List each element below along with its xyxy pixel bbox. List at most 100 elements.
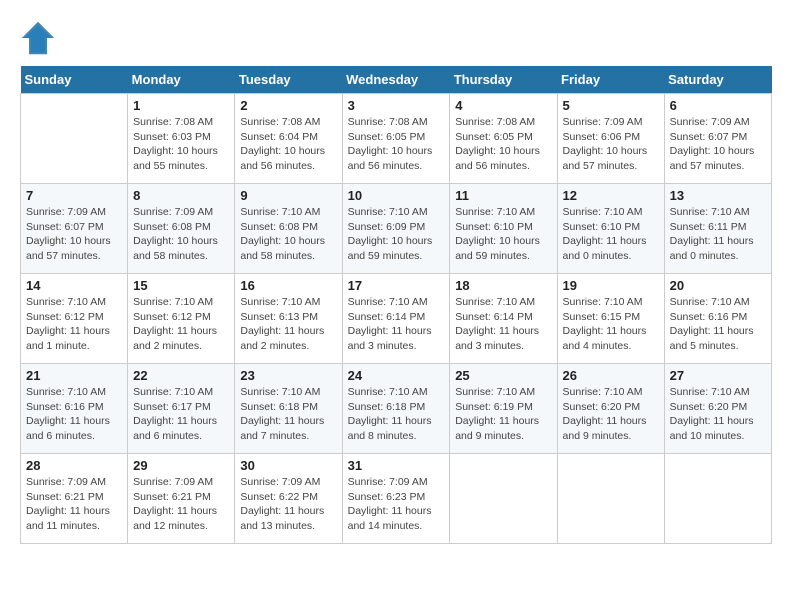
day-info: Sunrise: 7:10 AMSunset: 6:11 PMDaylight:…: [670, 205, 766, 264]
day-number: 6: [670, 98, 766, 113]
calendar-cell: 22 Sunrise: 7:10 AMSunset: 6:17 PMDayligh…: [128, 364, 235, 454]
calendar-cell: 21 Sunrise: 7:10 AMSunset: 6:16 PMDayligh…: [21, 364, 128, 454]
day-number: 25: [455, 368, 551, 383]
day-number: 30: [240, 458, 336, 473]
day-info: Sunrise: 7:10 AMSunset: 6:19 PMDaylight:…: [455, 385, 551, 444]
day-info: Sunrise: 7:10 AMSunset: 6:09 PMDaylight:…: [348, 205, 445, 264]
day-info: Sunrise: 7:10 AMSunset: 6:20 PMDaylight:…: [670, 385, 766, 444]
calendar-cell: 30 Sunrise: 7:09 AMSunset: 6:22 PMDayligh…: [235, 454, 342, 544]
calendar-cell: 28 Sunrise: 7:09 AMSunset: 6:21 PMDayligh…: [21, 454, 128, 544]
weekday-header-friday: Friday: [557, 66, 664, 94]
day-number: 16: [240, 278, 336, 293]
day-number: 10: [348, 188, 445, 203]
calendar-cell: [557, 454, 664, 544]
day-info: Sunrise: 7:10 AMSunset: 6:14 PMDaylight:…: [348, 295, 445, 354]
day-number: 23: [240, 368, 336, 383]
calendar-cell: 24 Sunrise: 7:10 AMSunset: 6:18 PMDayligh…: [342, 364, 450, 454]
weekday-header-thursday: Thursday: [450, 66, 557, 94]
logo: [20, 20, 62, 56]
calendar-week-row: 14 Sunrise: 7:10 AMSunset: 6:12 PMDayligh…: [21, 274, 772, 364]
calendar-cell: 12 Sunrise: 7:10 AMSunset: 6:10 PMDayligh…: [557, 184, 664, 274]
day-number: 21: [26, 368, 122, 383]
day-info: Sunrise: 7:09 AMSunset: 6:06 PMDaylight:…: [563, 115, 659, 174]
weekday-header-wednesday: Wednesday: [342, 66, 450, 94]
calendar-cell: 8 Sunrise: 7:09 AMSunset: 6:08 PMDaylight…: [128, 184, 235, 274]
day-info: Sunrise: 7:08 AMSunset: 6:03 PMDaylight:…: [133, 115, 229, 174]
calendar-week-row: 28 Sunrise: 7:09 AMSunset: 6:21 PMDayligh…: [21, 454, 772, 544]
day-info: Sunrise: 7:09 AMSunset: 6:22 PMDaylight:…: [240, 475, 336, 534]
day-number: 5: [563, 98, 659, 113]
calendar-cell: 2Sunrise: 7:08 AMSunset: 6:04 PMDaylight…: [235, 94, 342, 184]
day-info: Sunrise: 7:10 AMSunset: 6:16 PMDaylight:…: [26, 385, 122, 444]
calendar-cell: 25 Sunrise: 7:10 AMSunset: 6:19 PMDayligh…: [450, 364, 557, 454]
weekday-header-tuesday: Tuesday: [235, 66, 342, 94]
day-number: 4: [455, 98, 551, 113]
day-info: Sunrise: 7:10 AMSunset: 6:13 PMDaylight:…: [240, 295, 336, 354]
calendar-cell: 1 Sunrise: 7:08 AMSunset: 6:03 PMDaylight…: [128, 94, 235, 184]
day-info: Sunrise: 7:10 AMSunset: 6:16 PMDaylight:…: [670, 295, 766, 354]
day-info: Sunrise: 7:10 AMSunset: 6:12 PMDaylight:…: [26, 295, 122, 354]
calendar-cell: 26Sunrise: 7:10 AMSunset: 6:20 PMDayligh…: [557, 364, 664, 454]
day-number: 11: [455, 188, 551, 203]
calendar-cell: 14 Sunrise: 7:10 AMSunset: 6:12 PMDayligh…: [21, 274, 128, 364]
day-number: 28: [26, 458, 122, 473]
calendar-cell: 10 Sunrise: 7:10 AMSunset: 6:09 PMDayligh…: [342, 184, 450, 274]
day-info: Sunrise: 7:10 AMSunset: 6:20 PMDaylight:…: [563, 385, 659, 444]
calendar-cell: 5 Sunrise: 7:09 AMSunset: 6:06 PMDaylight…: [557, 94, 664, 184]
calendar-cell: [21, 94, 128, 184]
calendar-cell: 31Sunrise: 7:09 AMSunset: 6:23 PMDayligh…: [342, 454, 450, 544]
calendar-week-row: 1 Sunrise: 7:08 AMSunset: 6:03 PMDaylight…: [21, 94, 772, 184]
weekday-header-row: SundayMondayTuesdayWednesdayThursdayFrid…: [21, 66, 772, 94]
calendar-cell: 17 Sunrise: 7:10 AMSunset: 6:14 PMDayligh…: [342, 274, 450, 364]
day-number: 15: [133, 278, 229, 293]
day-number: 18: [455, 278, 551, 293]
day-number: 9: [240, 188, 336, 203]
calendar-cell: 4 Sunrise: 7:08 AMSunset: 6:05 PMDaylight…: [450, 94, 557, 184]
day-number: 17: [348, 278, 445, 293]
day-info: Sunrise: 7:09 AMSunset: 6:07 PMDaylight:…: [670, 115, 766, 174]
day-number: 7: [26, 188, 122, 203]
day-info: Sunrise: 7:08 AMSunset: 6:04 PMDaylight:…: [240, 115, 336, 174]
day-number: 8: [133, 188, 229, 203]
weekday-header-saturday: Saturday: [664, 66, 771, 94]
day-info: Sunrise: 7:10 AMSunset: 6:08 PMDaylight:…: [240, 205, 336, 264]
day-number: 20: [670, 278, 766, 293]
day-info: Sunrise: 7:08 AMSunset: 6:05 PMDaylight:…: [348, 115, 445, 174]
day-number: 12: [563, 188, 659, 203]
day-number: 1: [133, 98, 229, 113]
calendar-cell: 9 Sunrise: 7:10 AMSunset: 6:08 PMDaylight…: [235, 184, 342, 274]
weekday-header-monday: Monday: [128, 66, 235, 94]
day-number: 22: [133, 368, 229, 383]
calendar-table: SundayMondayTuesdayWednesdayThursdayFrid…: [20, 66, 772, 544]
day-info: Sunrise: 7:10 AMSunset: 6:14 PMDaylight:…: [455, 295, 551, 354]
day-number: 27: [670, 368, 766, 383]
day-info: Sunrise: 7:10 AMSunset: 6:12 PMDaylight:…: [133, 295, 229, 354]
calendar-cell: 19Sunrise: 7:10 AMSunset: 6:15 PMDayligh…: [557, 274, 664, 364]
calendar-cell: 13Sunrise: 7:10 AMSunset: 6:11 PMDayligh…: [664, 184, 771, 274]
day-info: Sunrise: 7:10 AMSunset: 6:18 PMDaylight:…: [240, 385, 336, 444]
day-info: Sunrise: 7:09 AMSunset: 6:21 PMDaylight:…: [26, 475, 122, 534]
calendar-cell: 23 Sunrise: 7:10 AMSunset: 6:18 PMDayligh…: [235, 364, 342, 454]
calendar-cell: [450, 454, 557, 544]
calendar-cell: 20 Sunrise: 7:10 AMSunset: 6:16 PMDayligh…: [664, 274, 771, 364]
day-number: 29: [133, 458, 229, 473]
day-number: 31: [348, 458, 445, 473]
day-info: Sunrise: 7:08 AMSunset: 6:05 PMDaylight:…: [455, 115, 551, 174]
day-info: Sunrise: 7:09 AMSunset: 6:21 PMDaylight:…: [133, 475, 229, 534]
calendar-week-row: 7Sunrise: 7:09 AMSunset: 6:07 PMDaylight…: [21, 184, 772, 274]
day-info: Sunrise: 7:09 AMSunset: 6:08 PMDaylight:…: [133, 205, 229, 264]
calendar-cell: [664, 454, 771, 544]
calendar-cell: 7Sunrise: 7:09 AMSunset: 6:07 PMDaylight…: [21, 184, 128, 274]
calendar-cell: 3 Sunrise: 7:08 AMSunset: 6:05 PMDaylight…: [342, 94, 450, 184]
calendar-cell: 6 Sunrise: 7:09 AMSunset: 6:07 PMDaylight…: [664, 94, 771, 184]
day-number: 3: [348, 98, 445, 113]
calendar-week-row: 21 Sunrise: 7:10 AMSunset: 6:16 PMDayligh…: [21, 364, 772, 454]
calendar-cell: 29 Sunrise: 7:09 AMSunset: 6:21 PMDayligh…: [128, 454, 235, 544]
calendar-cell: 16 Sunrise: 7:10 AMSunset: 6:13 PMDayligh…: [235, 274, 342, 364]
day-number: 24: [348, 368, 445, 383]
day-info: Sunrise: 7:10 AMSunset: 6:18 PMDaylight:…: [348, 385, 445, 444]
day-info: Sunrise: 7:10 AMSunset: 6:17 PMDaylight:…: [133, 385, 229, 444]
day-number: 14: [26, 278, 122, 293]
logo-icon: [20, 20, 56, 56]
day-info: Sunrise: 7:10 AMSunset: 6:10 PMDaylight:…: [563, 205, 659, 264]
